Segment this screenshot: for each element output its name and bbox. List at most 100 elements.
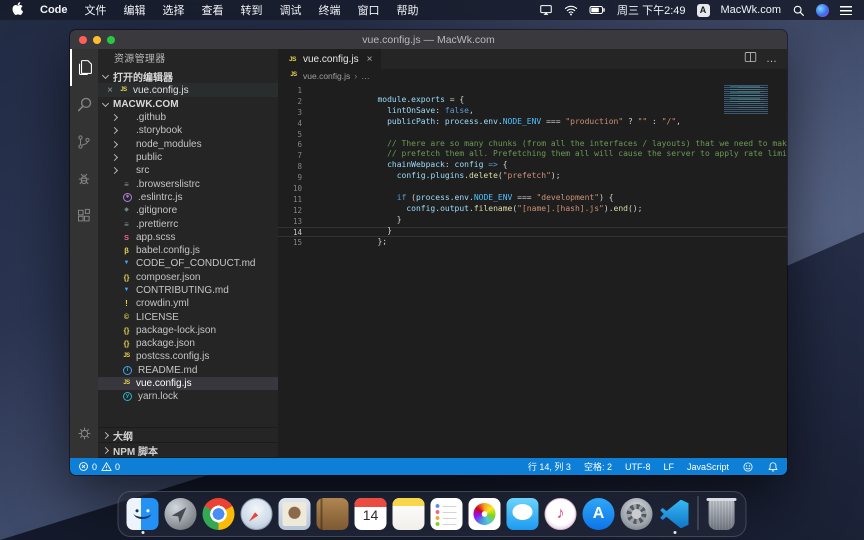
dock-item[interactable] <box>127 498 159 534</box>
eol-sequence[interactable]: LF <box>663 462 674 472</box>
dock-item[interactable] <box>279 498 311 534</box>
menu-item[interactable]: 转到 <box>241 2 263 18</box>
tree-item[interactable]: ∗ .eslintrc.js <box>98 191 278 204</box>
calendar-icon[interactable]: 14 <box>355 498 387 530</box>
minimap[interactable] <box>724 85 780 115</box>
tree-item[interactable]: .github <box>98 111 278 124</box>
tree-item[interactable]: JS postcss.config.js <box>98 350 278 363</box>
minimize-window-button[interactable] <box>93 36 101 44</box>
problems-errors[interactable]: 0 <box>78 461 97 472</box>
tree-item[interactable]: .storybook <box>98 124 278 137</box>
dock-item[interactable] <box>621 498 653 534</box>
tree-item[interactable]: ! crowdin.yml <box>98 297 278 310</box>
finder-icon[interactable] <box>127 498 159 530</box>
dock-item[interactable] <box>393 498 425 534</box>
window-title-bar[interactable]: vue.config.js — MacWk.com <box>70 30 787 49</box>
tree-item[interactable]: β babel.config.js <box>98 244 278 257</box>
tab-close-icon[interactable]: × <box>367 54 373 65</box>
dock-item[interactable]: 14 <box>355 498 387 534</box>
split-editor-icon[interactable] <box>744 50 757 68</box>
vscode-icon[interactable] <box>659 498 691 530</box>
close-icon[interactable]: × <box>106 85 114 96</box>
notification-center-icon[interactable] <box>840 6 852 15</box>
dock-item[interactable] <box>241 498 273 534</box>
dock-item[interactable]: ♪ <box>545 498 577 534</box>
collapsed-section[interactable]: NPM 脚本 <box>98 443 278 458</box>
menu-item[interactable]: 调试 <box>280 2 302 18</box>
safari-icon[interactable] <box>241 498 273 530</box>
spotlight-icon[interactable] <box>792 4 805 17</box>
tree-item[interactable]: src <box>98 164 278 177</box>
collapsed-section[interactable]: 大纲 <box>98 428 278 443</box>
input-source-icon[interactable]: A <box>697 4 710 17</box>
more-actions-icon[interactable]: … <box>766 56 778 62</box>
dock-item[interactable] <box>469 498 501 534</box>
language-mode[interactable]: JavaScript <box>687 462 729 472</box>
menu-item[interactable]: 帮助 <box>397 2 419 18</box>
app-store-icon[interactable]: A <box>583 498 615 530</box>
apple-menu[interactable] <box>12 2 23 18</box>
manage-gear-icon[interactable] <box>70 415 98 452</box>
dock-item[interactable] <box>431 498 463 534</box>
tree-item[interactable]: ▼ CODE_OF_CONDUCT.md <box>98 257 278 270</box>
contacts-icon[interactable] <box>317 498 349 530</box>
launchpad-icon[interactable] <box>165 498 197 530</box>
tree-item[interactable]: public <box>98 151 278 164</box>
tree-item[interactable]: ▼ CONTRIBUTING.md <box>98 284 278 297</box>
dock-item[interactable]: A <box>583 498 615 534</box>
menu-site-text[interactable]: MacWk.com <box>721 4 782 16</box>
feedback-smiley-icon[interactable] <box>742 461 754 473</box>
open-editor-item[interactable]: × JS vue.config.js <box>98 83 278 97</box>
battery-icon[interactable] <box>589 4 606 16</box>
menu-clock[interactable]: 周三 下午2:49 <box>617 2 685 18</box>
menu-item[interactable]: 窗口 <box>358 2 380 18</box>
close-window-button[interactable] <box>79 36 87 44</box>
dock-item[interactable] <box>507 498 539 534</box>
tree-item[interactable]: {} composer.json <box>98 271 278 284</box>
explorer-icon[interactable] <box>70 49 98 86</box>
tree-item[interactable]: S app.scss <box>98 231 278 244</box>
tree-item[interactable]: ≡ .browserslistrc <box>98 177 278 190</box>
tree-item[interactable]: ≡ .prettierrc <box>98 217 278 230</box>
dock-item[interactable] <box>659 498 691 534</box>
tree-item[interactable]: node_modules <box>98 138 278 151</box>
itunes-icon[interactable]: ♪ <box>545 498 577 530</box>
cursor-position[interactable]: 行 14, 列 3 <box>528 460 571 473</box>
search-icon[interactable] <box>70 86 98 123</box>
menu-item[interactable]: 查看 <box>202 2 224 18</box>
tree-item[interactable]: ◆ .gitignore <box>98 204 278 217</box>
photos-icon[interactable] <box>469 498 501 530</box>
tree-item[interactable]: © LICENSE <box>98 310 278 323</box>
wifi-icon[interactable] <box>564 4 578 16</box>
tree-item[interactable]: {} package.json <box>98 337 278 350</box>
dock-item[interactable] <box>203 498 235 534</box>
debug-icon[interactable] <box>70 160 98 197</box>
extensions-icon[interactable] <box>70 197 98 234</box>
menu-item[interactable]: 编辑 <box>124 2 146 18</box>
display-icon[interactable] <box>539 3 553 17</box>
tree-item[interactable]: y yarn.lock <box>98 390 278 403</box>
indentation[interactable]: 空格: 2 <box>584 460 612 473</box>
problems-warnings[interactable]: 0 <box>101 461 120 472</box>
breadcrumb[interactable]: JS vue.config.js › … <box>278 69 787 82</box>
tree-item[interactable]: {} package-lock.json <box>98 324 278 337</box>
messages-icon[interactable] <box>507 498 539 530</box>
source-control-icon[interactable] <box>70 123 98 160</box>
open-editors-header[interactable]: 打开的编辑器 <box>98 69 278 83</box>
dock-item[interactable] <box>706 499 738 534</box>
encoding[interactable]: UTF-8 <box>625 462 651 472</box>
notes-icon[interactable] <box>393 498 425 530</box>
menu-item[interactable]: 终端 <box>319 2 341 18</box>
mail-icon[interactable] <box>279 498 311 530</box>
dock-item[interactable] <box>317 498 349 534</box>
active-app-name[interactable]: Code <box>40 4 68 16</box>
tab-vue-config[interactable]: JS vue.config.js × <box>278 49 381 69</box>
trash-icon[interactable] <box>709 499 735 530</box>
code-editor[interactable]: 1 module.exports = { 2 lintOnSave: false… <box>278 82 787 458</box>
dock-item[interactable] <box>165 498 197 534</box>
menu-item[interactable]: 文件 <box>85 2 107 18</box>
chrome-icon[interactable] <box>203 498 235 530</box>
project-root-header[interactable]: MACWK.COM <box>98 97 278 111</box>
notifications-bell-icon[interactable] <box>767 461 779 473</box>
zoom-window-button[interactable] <box>107 36 115 44</box>
